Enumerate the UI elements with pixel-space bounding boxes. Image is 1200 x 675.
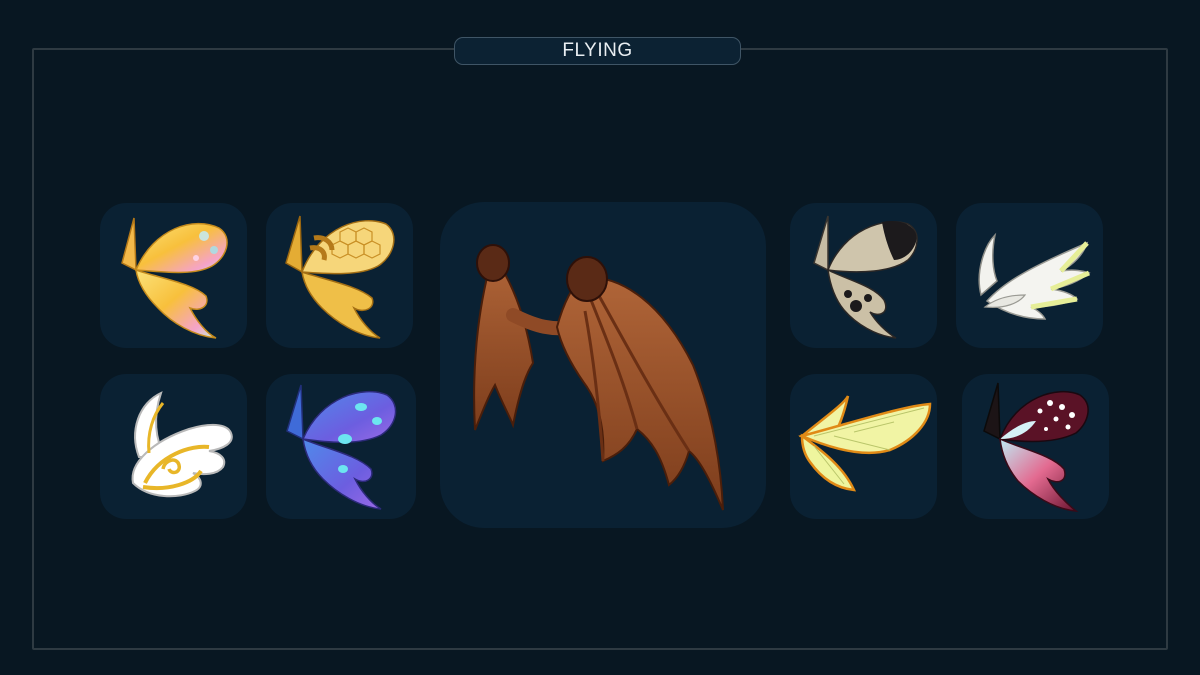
section-title: FLYING bbox=[454, 37, 741, 65]
honeycomb-wings-icon bbox=[284, 215, 395, 339]
item-slot-blue-butterfly-wings[interactable] bbox=[266, 374, 416, 519]
item-slot-honeycomb-wings[interactable] bbox=[266, 203, 413, 348]
item-slot-cicada-wings[interactable] bbox=[790, 374, 937, 519]
moth-wings-icon bbox=[812, 215, 918, 339]
white-feather-wings-icon bbox=[977, 232, 1091, 320]
cicada-wings-icon bbox=[797, 394, 931, 491]
bat-wings-icon bbox=[473, 244, 724, 511]
blue-butterfly-wings-icon bbox=[286, 384, 397, 510]
item-slot-rainbow-butterfly-wings[interactable] bbox=[100, 203, 247, 348]
item-slot-moth-wings[interactable] bbox=[790, 203, 937, 348]
item-slot-white-feather-wings[interactable] bbox=[956, 203, 1103, 348]
item-slot-golden-angel-wings[interactable] bbox=[100, 374, 247, 519]
item-slot-crimson-butterfly-wings[interactable] bbox=[962, 374, 1109, 519]
rainbow-butterfly-wings-icon bbox=[120, 217, 228, 339]
flying-items-screen: FLYING bbox=[0, 0, 1200, 675]
crimson-butterfly-wings-icon bbox=[982, 382, 1089, 512]
item-slot-bat-wings[interactable] bbox=[440, 202, 766, 528]
golden-angel-wings-icon bbox=[131, 390, 233, 497]
